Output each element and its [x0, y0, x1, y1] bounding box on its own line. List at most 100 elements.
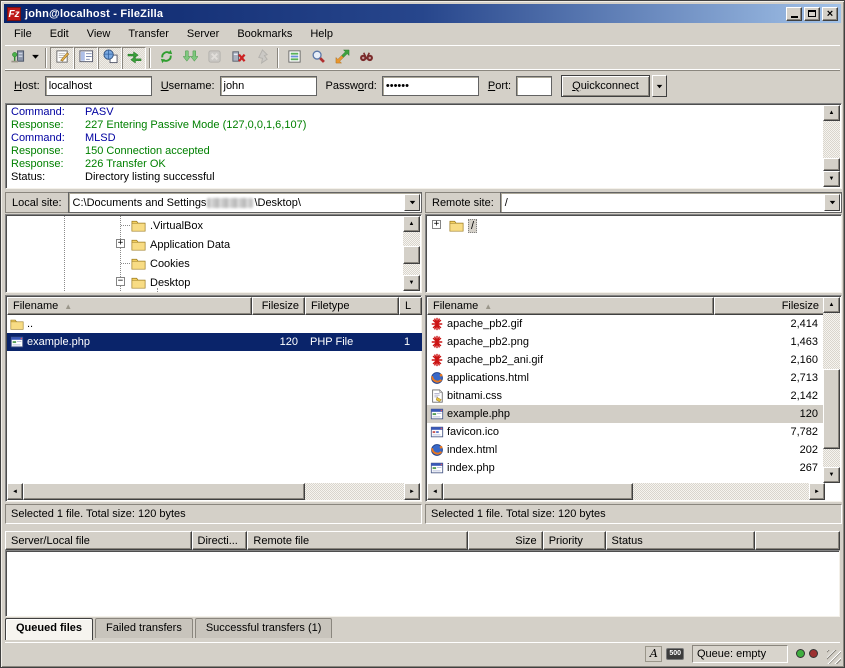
toggle-message-log-button[interactable]	[50, 47, 74, 70]
username-field[interactable]: john	[220, 76, 317, 96]
toggle-transfer-queue-button[interactable]	[122, 47, 146, 70]
scrollbar-thumb[interactable]	[823, 158, 840, 171]
local-tree-item-application-data[interactable]: +Application Data	[7, 235, 403, 254]
resize-grip[interactable]	[827, 650, 841, 664]
scroll-up-icon[interactable]: ▲	[823, 105, 840, 121]
scroll-down-icon[interactable]: ▼	[403, 275, 420, 291]
maximize-button[interactable]	[804, 7, 820, 21]
process-queue-icon	[183, 49, 198, 67]
compare-button[interactable]	[306, 47, 330, 70]
password-field[interactable]: ••••••	[382, 76, 479, 96]
toggle-remote-tree-button[interactable]	[98, 47, 122, 70]
remote-file-row-apache-pb2-gif[interactable]: apache_pb2.gif 2,414	[427, 315, 825, 333]
site-manager-dropdown[interactable]	[29, 47, 42, 70]
sync-browse-button[interactable]	[330, 47, 354, 70]
remote-file-row-favicon-ico[interactable]: favicon.ico 7,782	[427, 423, 825, 441]
message-log-scrollbar[interactable]: ▲ ▼	[823, 105, 840, 187]
queue-column-priority[interactable]: Priority	[543, 531, 606, 550]
local-column-filetype[interactable]: Filetype	[305, 297, 399, 315]
menu-edit[interactable]: Edit	[41, 26, 78, 42]
quickconnect-dropdown-button[interactable]	[652, 75, 667, 97]
menu-server[interactable]: Server	[178, 26, 228, 42]
remote-file-row-index-html[interactable]: index.html 202	[427, 441, 825, 459]
scroll-left-icon[interactable]: ◄	[7, 483, 23, 500]
transfer-type-icon[interactable]: A	[645, 646, 662, 662]
scrollbar-thumb[interactable]	[823, 369, 840, 449]
disconnect-button[interactable]	[226, 47, 250, 70]
remote-vscrollbar[interactable]: ▲ ▼	[823, 297, 840, 483]
remote-file-row-apache-pb2-ani-gif[interactable]: apache_pb2_ani.gif 2,160	[427, 351, 825, 369]
local-column-filesize[interactable]: Filesize	[252, 297, 305, 315]
local-hscrollbar[interactable]: ◄ ►	[7, 483, 420, 500]
find-files-button[interactable]	[354, 47, 378, 70]
quickconnect-button[interactable]: Quickconnect	[561, 75, 650, 97]
collapse-minus-icon[interactable]: −	[116, 277, 125, 286]
menu-transfer[interactable]: Transfer	[119, 26, 178, 42]
host-field[interactable]: localhost	[45, 76, 152, 96]
remote-file-row-applications-html[interactable]: applications.html 2,713	[427, 369, 825, 387]
local-site-dropdown-button[interactable]	[404, 194, 420, 211]
username-label: Username:	[161, 80, 215, 92]
menu-file[interactable]: File	[5, 26, 41, 42]
filter-button[interactable]	[282, 47, 306, 70]
menu-help[interactable]: Help	[301, 26, 342, 42]
queue-column-status[interactable]: Status	[606, 531, 756, 550]
minimize-button[interactable]	[786, 7, 802, 21]
scrollbar-thumb[interactable]	[23, 483, 305, 500]
image-icon	[430, 353, 444, 367]
scrollbar-thumb[interactable]	[403, 246, 420, 264]
queue-column-blank[interactable]	[755, 531, 840, 550]
local-tree-pane: .VirtualBox+Application DataCookies−Desk…	[5, 214, 422, 293]
process-queue-button[interactable]	[178, 47, 202, 70]
local-tree-scrollbar[interactable]: ▲ ▼	[403, 216, 420, 291]
local-column-filename[interactable]: Filename▲	[7, 297, 252, 315]
image-icon	[430, 317, 444, 331]
remote-site-combo[interactable]: /	[500, 192, 842, 213]
local-column-l[interactable]: L	[399, 297, 422, 315]
queue-column-server-local-file[interactable]: Server/Local file	[5, 531, 192, 550]
menu-view[interactable]: View	[78, 26, 120, 42]
scroll-right-icon[interactable]: ►	[809, 483, 825, 500]
expand-plus-icon[interactable]: +	[116, 239, 125, 248]
tab-failed-transfers[interactable]: Failed transfers	[95, 618, 193, 638]
queue-column-remote-file[interactable]: Remote file	[247, 531, 467, 550]
scroll-down-icon[interactable]: ▼	[823, 467, 840, 483]
recv-activity-led	[796, 649, 805, 658]
local-site-combo[interactable]: C:\Documents and Settings\Desktop\	[68, 192, 422, 213]
local-tree-item-virtualbox[interactable]: .VirtualBox	[7, 216, 403, 235]
local-tree-icon	[79, 49, 94, 67]
tab-queued-files[interactable]: Queued files	[5, 618, 93, 640]
queue-column-directi[interactable]: Directi...	[192, 531, 248, 550]
remote-file-row-index-php[interactable]: index.php 267	[427, 459, 825, 477]
scroll-left-icon[interactable]: ◄	[427, 483, 443, 500]
local-file-row-blank[interactable]: ..	[7, 315, 422, 333]
refresh-button[interactable]	[154, 47, 178, 70]
port-field[interactable]	[516, 76, 552, 96]
site-manager-button[interactable]	[5, 47, 29, 70]
local-tree-item-cookies[interactable]: Cookies	[7, 254, 403, 273]
remote-file-row-bitnami-css[interactable]: bitnami.css 2,142	[427, 387, 825, 405]
folder-icon	[131, 256, 146, 271]
close-button[interactable]: ×	[822, 7, 838, 21]
remote-column-filename[interactable]: Filename▲	[427, 297, 714, 315]
toggle-local-tree-button[interactable]	[74, 47, 98, 70]
menu-bookmarks[interactable]: Bookmarks	[228, 26, 301, 42]
tree-connector	[121, 225, 130, 226]
local-tree-item-desktop[interactable]: −Desktop	[7, 273, 403, 292]
remote-tree-item-root[interactable]: + /	[427, 216, 840, 235]
remote-file-row-example-php[interactable]: example.php 120	[427, 405, 825, 423]
scroll-down-icon[interactable]: ▼	[823, 171, 840, 187]
scroll-up-icon[interactable]: ▲	[403, 216, 420, 232]
expand-plus-icon[interactable]: +	[432, 220, 441, 229]
speed-limit-icon[interactable]: 500	[666, 648, 684, 660]
tab-successful-transfers-1[interactable]: Successful transfers (1)	[195, 618, 333, 638]
remote-hscrollbar[interactable]: ◄ ►	[427, 483, 825, 500]
local-file-row-example-php[interactable]: example.php 120 PHP File 1	[7, 333, 422, 351]
scroll-right-icon[interactable]: ►	[404, 483, 420, 500]
scrollbar-thumb[interactable]	[443, 483, 633, 500]
scroll-up-icon[interactable]: ▲	[823, 297, 840, 313]
remote-site-dropdown-button[interactable]	[824, 194, 840, 211]
queue-column-size[interactable]: Size	[468, 531, 543, 550]
remote-column-filesize[interactable]: Filesize	[714, 297, 825, 315]
remote-file-row-apache-pb2-png[interactable]: apache_pb2.png 1,463	[427, 333, 825, 351]
